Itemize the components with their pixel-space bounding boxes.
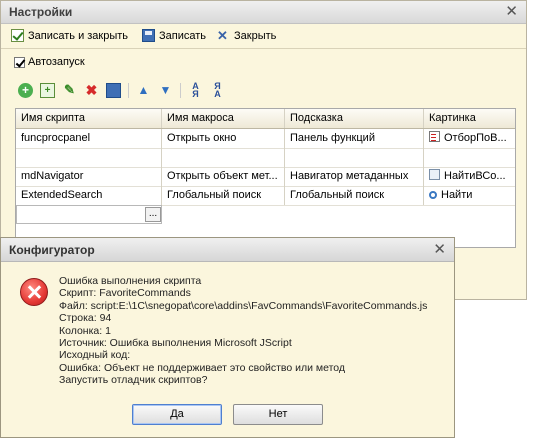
move-up-icon[interactable]: ▲	[136, 83, 151, 98]
no-button[interactable]: Нет	[233, 404, 323, 425]
message-line: Источник: Ошибка выполнения Microsoft JS…	[59, 337, 292, 350]
close-label: Закрыть	[234, 29, 277, 42]
sort-descending-icon[interactable]: ЯA	[210, 82, 225, 99]
toolbar-divider	[180, 82, 181, 98]
settings-close-icon[interactable]: ✕	[505, 2, 518, 20]
picture-name: НайтиВСо...	[444, 170, 506, 182]
column-header-macro[interactable]: Имя макроса	[162, 109, 285, 128]
macro-name-cell[interactable]: Глобальный поиск	[162, 186, 285, 205]
picture-cell[interactable]: Найти	[424, 186, 515, 205]
message-line: Скрипт: FavoriteCommands	[59, 287, 191, 300]
yes-button[interactable]: Да	[132, 404, 222, 425]
save-table-icon[interactable]	[106, 82, 121, 98]
hint-cell[interactable]: Глобальный поиск	[285, 186, 424, 205]
column-header-picture[interactable]: Картинка	[424, 109, 515, 128]
table-toolbar: + + ✎ ✖ ▲ ▼ AЯ ЯA	[18, 81, 225, 99]
save-and-close-label: Записать и закрыть	[28, 29, 129, 42]
floppy-disk-icon	[142, 29, 155, 42]
picture-cell[interactable]: НайтиВСо...	[424, 167, 515, 186]
autostart-checkbox[interactable]: Автозапуск	[14, 56, 85, 68]
picture-cell[interactable]: ОтборПоВ...	[424, 129, 515, 148]
magnifier-icon	[429, 191, 437, 199]
script-name-cell[interactable]: funcprocpanel	[16, 129, 162, 148]
script-name-editor[interactable]: ...	[16, 205, 162, 224]
save-label: Записать	[159, 29, 207, 42]
save-button[interactable]: Записать	[142, 29, 206, 42]
hint-cell[interactable]	[285, 148, 424, 167]
table-row[interactable]: funcprocpanel Открыть окно Панель функци…	[16, 129, 515, 149]
script-name-cell[interactable]	[16, 148, 162, 167]
dialog-title: Конфигуратор	[9, 243, 95, 257]
macro-name-cell[interactable]	[162, 148, 285, 167]
message-line: Файл: script:E:\1C\snegopat\core\addins\…	[59, 299, 428, 312]
dialog-title-bar: Конфигуратор ✕	[1, 238, 454, 262]
script-name-cell[interactable]: mdNavigator	[16, 167, 162, 186]
picture-name: Найти	[441, 189, 473, 201]
hint-cell[interactable]: Навигатор метаданных	[285, 167, 424, 186]
scripts-table: Имя скрипта Имя макроса Подсказка Картин…	[15, 108, 516, 248]
sort-ascending-icon[interactable]: AЯ	[188, 82, 203, 99]
command-bar: Записать и закрыть Записать ✕ Закрыть	[1, 24, 526, 49]
save-and-close-button[interactable]: Записать и закрыть	[11, 29, 128, 42]
column-header-hint[interactable]: Подсказка	[285, 109, 424, 128]
message-line: Запустить отладчик скриптов?	[59, 374, 208, 387]
check-icon	[11, 29, 24, 42]
message-line: Ошибка: Объект не поддерживает это свойс…	[59, 361, 346, 374]
table-row[interactable]: mdNavigator Открыть объект мет... Навига…	[16, 167, 515, 187]
error-icon	[20, 278, 48, 306]
table-row[interactable]	[16, 148, 515, 168]
message-line: Строка: 94	[59, 312, 112, 325]
new-table-row[interactable]: ...	[16, 205, 515, 224]
edit-pencil-icon[interactable]: ✎	[62, 82, 77, 98]
table-row[interactable]: ExtendedSearch Глобальный поиск Глобальн…	[16, 186, 515, 206]
hint-cell[interactable]: Панель функций	[285, 129, 424, 148]
settings-title-bar: Настройки ✕	[1, 1, 526, 24]
macro-name-cell[interactable]: Открыть окно	[162, 129, 285, 148]
column-header-script[interactable]: Имя скрипта	[16, 109, 162, 128]
picture-cell[interactable]	[424, 148, 515, 167]
close-button[interactable]: ✕ Закрыть	[217, 29, 276, 42]
close-icon: ✕	[217, 28, 228, 43]
checkbox-checked-icon[interactable]	[14, 56, 25, 68]
autostart-label: Автозапуск	[28, 56, 85, 68]
settings-title: Настройки	[9, 5, 73, 19]
delete-icon[interactable]: ✖	[84, 82, 99, 98]
toolbar-divider	[128, 82, 129, 98]
function-panel-icon	[429, 131, 440, 142]
message-line: Ошибка выполнения скрипта	[59, 275, 202, 287]
message-line: Колонка: 1	[59, 324, 111, 337]
error-message: Ошибка выполнения скрипта Скрипт: Favori…	[59, 275, 427, 387]
move-down-icon[interactable]: ▼	[158, 83, 173, 98]
script-name-cell[interactable]: ExtendedSearch	[16, 186, 162, 205]
navigator-icon	[429, 169, 440, 180]
dialog-close-icon[interactable]: ✕	[433, 240, 446, 258]
add-row-icon[interactable]: +	[18, 82, 33, 98]
macro-name-cell[interactable]: Открыть объект мет...	[162, 167, 285, 186]
error-dialog: Конфигуратор ✕ Ошибка выполнения скрипта…	[0, 237, 455, 438]
select-button[interactable]: ...	[145, 207, 161, 222]
copy-row-icon[interactable]: +	[40, 82, 55, 98]
picture-name: ОтборПоВ...	[444, 132, 507, 144]
table-header: Имя скрипта Имя макроса Подсказка Картин…	[16, 109, 515, 129]
message-line: Исходный код:	[59, 349, 131, 362]
